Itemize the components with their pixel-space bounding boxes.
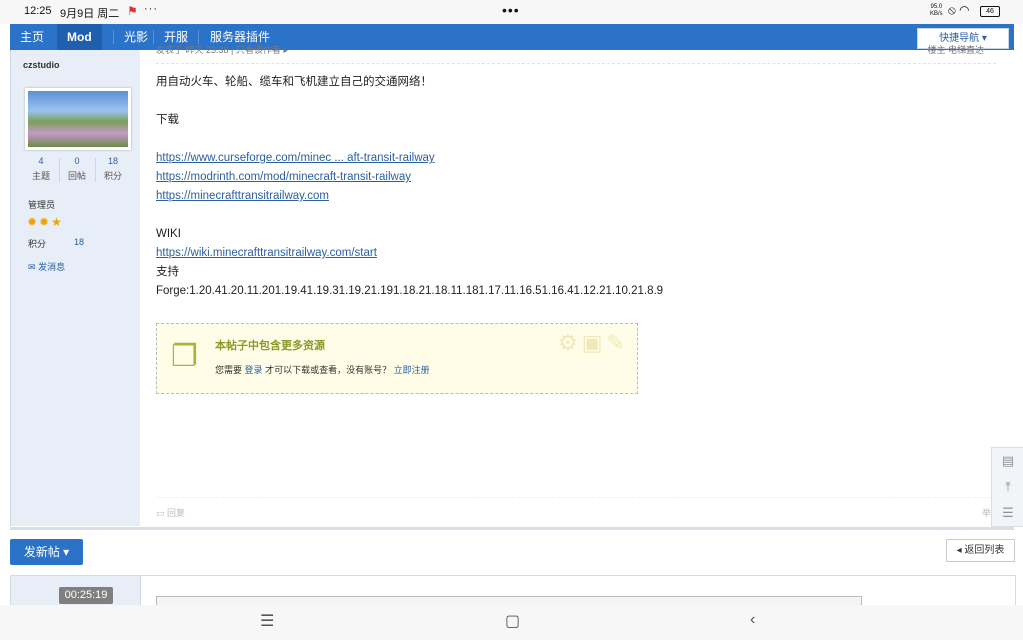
- status-date: 9月9日 周二: [60, 8, 120, 20]
- stat-points[interactable]: 18 积分: [95, 156, 131, 182]
- resource-text-middle: 才可以下载或查看，没有账号？: [265, 365, 392, 375]
- next-post-preview: [10, 575, 1016, 607]
- back-to-top-icon[interactable]: ⤒: [992, 474, 1023, 499]
- post-intro: 用自动火车、轮船、缆车和飞机建立自己的交通网络！: [156, 76, 432, 88]
- wifi-icon: ◠: [959, 3, 970, 17]
- points-label: 积分: [28, 239, 47, 249]
- comment-icon[interactable]: ▤: [992, 448, 1023, 473]
- register-link[interactable]: 立即注册: [394, 365, 430, 375]
- resource-title: 本帖子中包含更多资源: [215, 340, 325, 352]
- nav-item-home[interactable]: 主页: [10, 24, 54, 50]
- system-nav-bar: ☰ ▢ ‹: [0, 605, 1023, 640]
- net-speed: 95.0 KB/s: [930, 4, 943, 18]
- link-curseforge[interactable]: https://www.curseforge.com/minec ... aft…: [156, 152, 435, 164]
- divider: [10, 527, 1014, 530]
- new-post-button[interactable]: 发新帖 ▾: [10, 539, 83, 565]
- session-timer: 00:25:19: [59, 587, 113, 604]
- resource-decoration-icon: ⚙▣✎: [558, 330, 629, 355]
- stat-threads[interactable]: 4 主题: [23, 156, 59, 182]
- send-message-link[interactable]: ✉ 发消息: [28, 260, 65, 273]
- nav-item-shaders[interactable]: 光影: [114, 24, 158, 50]
- stat-points-num: 18: [107, 156, 118, 166]
- resource-text-prefix: 您需要: [215, 365, 243, 375]
- post-body: 用自动火车、轮船、缆车和飞机建立自己的交通网络！ 下载 https://www.…: [156, 73, 663, 301]
- rank-stars-icon: ✹✹★: [27, 215, 64, 229]
- reply-label: 回复: [167, 508, 186, 518]
- support-versions: Forge:1.20.41.20.11.201.19.41.19.31.19.2…: [156, 285, 664, 297]
- status-time: 12:25: [24, 5, 52, 17]
- floating-toolbar: ▤ ⤒ ☰: [991, 447, 1023, 527]
- app-notification-icon: ⚑: [127, 4, 138, 18]
- author-name[interactable]: czstudio: [23, 60, 60, 70]
- hidden-resource-box: ❐ 本帖子中包含更多资源 您需要 登录 才可以下载或查看，没有账号？ 立即注册 …: [156, 323, 638, 394]
- stat-replies-num: 0: [74, 156, 80, 166]
- user-role: 管理员: [28, 200, 56, 210]
- post-floor-meta[interactable]: 楼主 电梯直达: [927, 43, 984, 56]
- stat-replies-label: 回帖: [67, 171, 86, 181]
- link-official-site[interactable]: https://minecrafttransitrailway.com: [156, 190, 329, 202]
- window-menu-dots[interactable]: •••: [502, 2, 520, 18]
- status-more: ···: [144, 3, 158, 15]
- points-value: 18: [74, 237, 85, 247]
- status-icons: ⦸ ◠: [948, 3, 970, 18]
- battery-icon: 46: [980, 6, 1000, 17]
- send-message-label: 发消息: [38, 262, 66, 272]
- author-sidebar: czstudio 4 主题 0 回帖 18 积分 管理员 ✹✹★ 积分 18 ✉…: [10, 50, 141, 526]
- home-icon[interactable]: ▢: [505, 611, 520, 631]
- divider: [156, 497, 996, 498]
- net-speed-value: 95.0: [930, 4, 943, 10]
- back-to-list-button[interactable]: ◂ 返回列表: [946, 539, 1015, 562]
- files-icon: ❐: [171, 340, 198, 373]
- link-modrinth[interactable]: https://modrinth.com/mod/minecraft-trans…: [156, 171, 411, 183]
- post-content-area: 发表于 昨天 23:38 | 只看该作者 ▸ 楼主 电梯直达 用自动火车、轮船、…: [140, 45, 1014, 526]
- reply-button[interactable]: ▭ 回复: [156, 506, 185, 519]
- stat-threads-num: 4: [38, 156, 44, 166]
- divider: [156, 63, 996, 64]
- back-icon[interactable]: ‹: [750, 611, 755, 629]
- points-row: 积分 18: [28, 237, 84, 250]
- download-heading: 下载: [156, 114, 179, 126]
- support-heading: 支持: [156, 266, 179, 278]
- post-meta[interactable]: 发表于 昨天 23:38 | 只看该作者 ▸: [156, 43, 288, 56]
- avatar[interactable]: [25, 88, 131, 150]
- nav-item-mod[interactable]: Mod: [57, 24, 102, 50]
- net-speed-unit: KB/s: [930, 11, 943, 17]
- stat-threads-label: 主题: [31, 171, 50, 181]
- menu-icon[interactable]: ☰: [260, 611, 274, 631]
- reply-icon: ▭: [156, 508, 165, 518]
- stat-replies[interactable]: 0 回帖: [59, 156, 95, 182]
- resource-text: 您需要 登录 才可以下载或查看，没有账号？ 立即注册: [215, 363, 430, 376]
- link-wiki[interactable]: https://wiki.minecrafttransitrailway.com…: [156, 247, 377, 259]
- nav-divider: [198, 30, 199, 44]
- list-icon[interactable]: ☰: [992, 500, 1023, 525]
- wiki-heading: WIKI: [156, 228, 181, 240]
- login-link[interactable]: 登录: [245, 365, 263, 375]
- envelope-icon: ✉: [28, 262, 36, 272]
- stat-points-label: 积分: [103, 171, 122, 181]
- do-not-disturb-icon: ⦸: [948, 3, 956, 17]
- status-bar: 12:25 9月9日 周二 ⚑ ··· ••• 95.0 KB/s ⦸ ◠ 46: [0, 0, 1023, 24]
